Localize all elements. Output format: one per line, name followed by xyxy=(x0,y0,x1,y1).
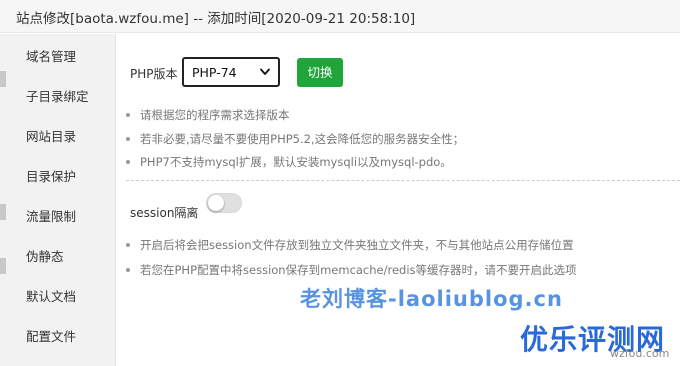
bullet-dot xyxy=(126,242,130,247)
sidebar-item-dir-protect[interactable]: 目录保护 xyxy=(0,157,115,197)
sidebar-item-rewrite[interactable]: 伪静态 xyxy=(0,237,115,277)
switch-php-button[interactable]: 切换 xyxy=(297,58,343,87)
bullet-dot xyxy=(126,112,130,117)
sidebar-item-label: 网站目录 xyxy=(26,129,77,144)
list-item: 请根据您的程序需求选择版本 xyxy=(126,107,290,123)
bullet-dot xyxy=(126,267,130,272)
background-window-edge xyxy=(0,204,6,220)
sidebar-item-label: 配置文件 xyxy=(26,329,77,344)
php-version-label: PHP版本 xyxy=(130,67,178,81)
session-isolation-label: session隔离 xyxy=(130,206,199,220)
list-item: PHP7不支持mysql扩展，默认安装mysqli以及mysql-pdo。 xyxy=(126,154,452,170)
sidebar-item-site-dir[interactable]: 网站目录 xyxy=(0,117,115,157)
php-version-value: PHP-74 xyxy=(192,65,237,80)
list-item: 若非必要,请尽量不要使用PHP5.2,这会降低您的服务器安全性； xyxy=(126,131,464,147)
sidebar-item-label: 流量限制 xyxy=(26,209,77,224)
sidebar-item-label: 伪静态 xyxy=(26,249,64,264)
chevron-down-icon xyxy=(260,68,270,75)
sidebar: 域名管理 子目录绑定 网站目录 目录保护 流量限制 伪静态 默认文档 配置文件 xyxy=(0,34,116,366)
bullet-dot xyxy=(126,136,130,141)
bullet-dot xyxy=(126,159,130,164)
sidebar-item-config-file[interactable]: 配置文件 xyxy=(0,317,115,357)
window-title: 站点修改[baota.wzfou.me] -- 添加时间[2020-09-21 … xyxy=(16,11,416,27)
watermark-text: 老刘博客-laoliublog.cn xyxy=(300,287,563,311)
sidebar-item-label: 默认文档 xyxy=(26,289,77,304)
sidebar-item-default-doc[interactable]: 默认文档 xyxy=(0,277,115,317)
sidebar-item-subdir[interactable]: 子目录绑定 xyxy=(0,77,115,117)
sidebar-item-traffic-limit[interactable]: 流量限制 xyxy=(0,197,115,237)
toggle-knob xyxy=(208,195,224,211)
sidebar-item-label: 目录保护 xyxy=(26,169,77,184)
watermark-subtext: wzfou.com xyxy=(610,347,670,360)
list-item: 若您在PHP配置中将session保存到memcache/redis等缓存器时，… xyxy=(126,262,577,278)
list-item: 开启后将会把session文件存放到独立文件夹独立文件夹，不与其他站点公用存储位… xyxy=(126,237,574,253)
background-window-edge xyxy=(0,71,6,87)
window-titlebar: 站点修改[baota.wzfou.me] -- 添加时间[2020-09-21 … xyxy=(0,0,680,33)
sidebar-item-label: 子目录绑定 xyxy=(26,89,89,104)
background-window-edge xyxy=(0,258,6,274)
sidebar-item-label: 域名管理 xyxy=(26,49,77,64)
main-content: PHP版本 PHP-74 切换 请根据您的程序需求选择版本 若非必要,请尽量不要… xyxy=(116,34,680,366)
sidebar-item-domain[interactable]: 域名管理 xyxy=(0,37,115,77)
section-divider xyxy=(126,180,680,181)
php-version-select[interactable]: PHP-74 xyxy=(182,57,280,87)
session-isolation-toggle[interactable] xyxy=(206,193,242,213)
